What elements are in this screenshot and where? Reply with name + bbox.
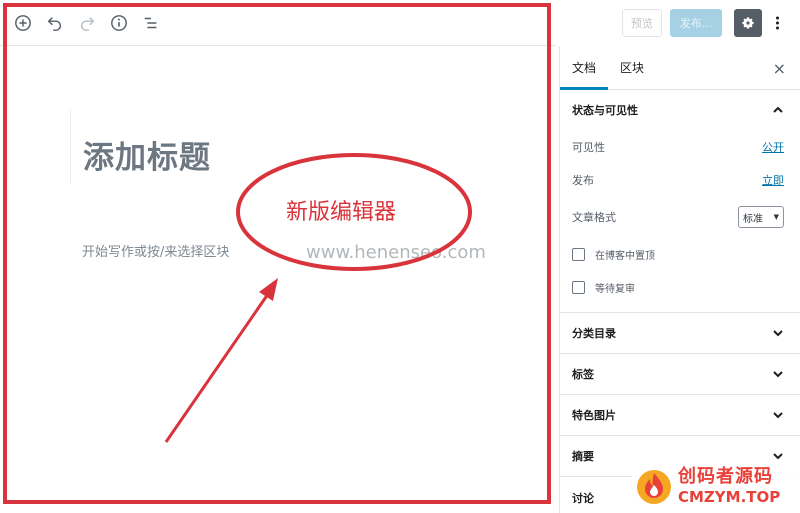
- status-panel-title: 状态与可见性: [572, 104, 638, 117]
- panel-excerpt-title: 摘要: [572, 450, 594, 463]
- visibility-link[interactable]: 公开: [762, 139, 784, 155]
- sidebar-tabs: 文档 区块 ×: [560, 46, 800, 90]
- body-placeholder[interactable]: 开始写作或按/来选择区块: [82, 241, 229, 260]
- info-icon: [111, 14, 127, 31]
- post-format-select[interactable]: 标准 ▼: [738, 206, 784, 228]
- logo-flame-icon: [637, 469, 671, 504]
- publish-label: 发布: [572, 173, 594, 187]
- chevron-down-icon: ▼: [773, 213, 779, 221]
- preview-button[interactable]: 预览: [622, 9, 662, 37]
- pending-review-row: 等待复审: [560, 271, 800, 304]
- visibility-row: 可见性 公开: [560, 130, 800, 163]
- panel-discussion-title: 讨论: [572, 491, 594, 505]
- header-actions: 预览 发布...: [556, 0, 800, 46]
- post-title-placeholder[interactable]: 添加标题: [83, 132, 220, 177]
- outline-icon: [144, 17, 157, 28]
- publish-row: 发布 立即: [560, 163, 800, 196]
- publish-button[interactable]: 发布...: [670, 9, 722, 37]
- settings-button[interactable]: [734, 9, 762, 37]
- logo-cn-text: 创码者源码: [678, 466, 773, 487]
- status-visibility-panel: 状态与可见性 可见性 公开 发布 立即 文章格式 标准 ▼ 在博客中置顶 等待复…: [560, 90, 800, 313]
- info-button[interactable]: [106, 10, 132, 36]
- annotation-arrow-shaft: [164, 293, 270, 443]
- undo-button[interactable]: [42, 10, 68, 36]
- site-watermark: www.henenseo.com: [306, 242, 486, 263]
- chevron-down-icon: [773, 371, 783, 378]
- editor-toolbar: [0, 0, 556, 46]
- panel-categories-title: 分类目录: [572, 327, 616, 340]
- site-logo: 创码者源码 CMZYM.TOP: [632, 460, 800, 513]
- settings-sidebar: 文档 区块 × 状态与可见性 可见性 公开 发布 立即 文章格式 标准 ▼ 在博…: [559, 46, 800, 513]
- post-format-value: 标准: [743, 213, 763, 225]
- redo-button[interactable]: [74, 10, 100, 36]
- post-format-row: 文章格式 标准 ▼: [560, 196, 800, 238]
- pending-review-label: 等待复审: [595, 284, 635, 295]
- sticky-label: 在博客中置顶: [595, 251, 655, 262]
- more-vertical-icon: [775, 16, 779, 30]
- panel-featured-image[interactable]: 特色图片: [560, 395, 800, 436]
- gear-icon: [742, 17, 754, 29]
- chevron-down-icon: [773, 330, 783, 337]
- redo-icon: [80, 16, 95, 31]
- annotation-label: 新版编辑器: [286, 200, 397, 225]
- outline-button[interactable]: [138, 10, 164, 36]
- panel-tags-title: 标签: [572, 368, 594, 381]
- annotation-arrow-head: [259, 278, 278, 301]
- tab-block[interactable]: 区块: [608, 46, 656, 89]
- add-block-button[interactable]: [10, 10, 36, 36]
- add-block-icon: [15, 14, 31, 31]
- sticky-checkbox[interactable]: [572, 248, 585, 261]
- publish-date-link[interactable]: 立即: [762, 172, 784, 188]
- panel-tags[interactable]: 标签: [560, 354, 800, 395]
- post-title-block[interactable]: 添加标题: [70, 110, 220, 184]
- post-format-label: 文章格式: [572, 211, 616, 224]
- close-icon[interactable]: ×: [773, 59, 786, 78]
- visibility-label: 可见性: [572, 140, 605, 154]
- more-menu-button[interactable]: [770, 9, 784, 37]
- panel-categories[interactable]: 分类目录: [560, 313, 800, 354]
- undo-icon: [47, 16, 62, 31]
- pending-review-checkbox[interactable]: [572, 281, 585, 294]
- tab-document[interactable]: 文档: [560, 46, 609, 90]
- sticky-row: 在博客中置顶: [560, 238, 800, 271]
- logo-text: 创码者源码 CMZYM.TOP: [678, 468, 780, 505]
- chevron-down-icon: [773, 412, 783, 419]
- chevron-up-icon: [773, 106, 783, 113]
- logo-en-text: CMZYM.TOP: [678, 488, 781, 506]
- panel-featured-image-title: 特色图片: [572, 409, 616, 422]
- status-panel-header[interactable]: 状态与可见性: [560, 90, 800, 130]
- editor-canvas[interactable]: 添加标题 开始写作或按/来选择区块 www.henenseo.com 新版编辑器: [0, 0, 556, 513]
